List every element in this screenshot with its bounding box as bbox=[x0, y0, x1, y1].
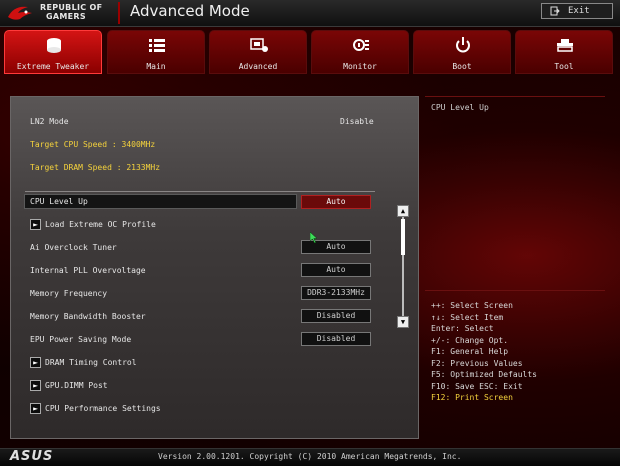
divider bbox=[25, 191, 375, 192]
target-cpu-speed: Target CPU Speed : 3400MHz bbox=[30, 140, 156, 149]
page-title: Advanced Mode bbox=[130, 2, 250, 20]
memory-frequency-label: Memory Frequency bbox=[30, 289, 108, 298]
tab-tool[interactable]: Tool bbox=[515, 30, 613, 74]
memory-bandwidth-booster-select[interactable]: Disabled bbox=[301, 309, 371, 323]
mouse-cursor-icon bbox=[310, 232, 318, 243]
tab-main[interactable]: Main bbox=[107, 30, 205, 74]
epu-power-saving-mode-label: EPU Power Saving Mode bbox=[30, 335, 132, 344]
key-hint: F1: General Help bbox=[431, 347, 509, 356]
scrollbar-thumb[interactable] bbox=[401, 219, 405, 255]
gpu-dimm-post[interactable]: GPU.DIMM Post bbox=[45, 381, 108, 390]
ln2-mode-value[interactable]: Disable bbox=[340, 117, 374, 126]
exit-button[interactable]: Exit bbox=[541, 3, 613, 19]
exit-label: Exit bbox=[568, 6, 590, 16]
key-hint: F10: Save ESC: Exit bbox=[431, 381, 523, 391]
help-divider-top bbox=[425, 96, 605, 97]
top-bar: REPUBLIC OF GAMERS Advanced Mode Exit bbox=[0, 0, 620, 27]
brand-line2: GAMERS bbox=[46, 12, 86, 21]
exit-icon bbox=[550, 6, 560, 16]
key-hint: F5: Optimized Defaults bbox=[431, 370, 537, 379]
key-hint: Enter: Select bbox=[431, 324, 494, 333]
tab-label: Main bbox=[146, 62, 166, 71]
internal-pll-overvoltage-label: Internal PLL Overvoltage bbox=[30, 266, 146, 275]
key-hint: ++: Select Screen bbox=[431, 301, 513, 310]
extreme-tweaker-icon bbox=[47, 38, 61, 53]
advanced-icon bbox=[250, 38, 268, 52]
tab-monitor[interactable]: Monitor bbox=[311, 30, 409, 74]
tab-extreme-tweaker[interactable]: Extreme Tweaker bbox=[4, 30, 102, 74]
tool-icon bbox=[557, 39, 573, 52]
ln2-mode-label: LN2 Mode bbox=[30, 117, 69, 126]
tab-label: Extreme Tweaker bbox=[16, 62, 90, 71]
key-hint: ↑↓: Select Item bbox=[431, 312, 504, 322]
key-hint-print-screen: F12: Print Screen bbox=[431, 393, 513, 402]
help-title: CPU Level Up bbox=[431, 103, 489, 112]
load-extreme-oc-profile[interactable]: Load Extreme OC Profile bbox=[45, 220, 156, 229]
memory-bandwidth-booster-label: Memory Bandwidth Booster bbox=[30, 312, 146, 321]
submenu-arrow-icon[interactable]: ► bbox=[30, 219, 41, 230]
title-separator bbox=[118, 2, 120, 24]
tab-label: Boot bbox=[452, 62, 472, 71]
submenu-arrow-icon[interactable]: ► bbox=[30, 357, 41, 368]
version-text: Version 2.00.1201. Copyright (C) 2010 Am… bbox=[158, 452, 462, 461]
scroll-down-button[interactable]: ▼ bbox=[397, 316, 409, 328]
list-icon bbox=[149, 39, 165, 52]
rog-logo-icon bbox=[8, 6, 32, 20]
tab-label: Advanced bbox=[238, 62, 278, 71]
key-legend: ++: Select Screen ↑↓: Select Item Enter:… bbox=[431, 300, 537, 404]
dram-timing-control[interactable]: DRAM Timing Control bbox=[45, 358, 137, 367]
cpu-performance-settings[interactable]: CPU Performance Settings bbox=[45, 404, 161, 413]
settings-panel: LN2 Mode Disable Target CPU Speed : 3400… bbox=[10, 96, 419, 439]
scroll-up-button[interactable]: ▲ bbox=[397, 205, 409, 217]
monitor-icon bbox=[353, 39, 369, 51]
epu-power-saving-mode-select[interactable]: Disabled bbox=[301, 332, 371, 346]
submenu-arrow-icon[interactable]: ► bbox=[30, 380, 41, 391]
key-hint: +/-: Change Opt. bbox=[431, 335, 509, 345]
tab-advanced[interactable]: Advanced bbox=[209, 30, 307, 74]
target-dram-speed: Target DRAM Speed : 2133MHz bbox=[30, 163, 161, 172]
ai-overclock-tuner-label: Ai Overclock Tuner bbox=[30, 243, 117, 252]
tab-boot[interactable]: Boot bbox=[413, 30, 511, 74]
submenu-arrow-icon[interactable]: ► bbox=[30, 403, 41, 414]
tab-label: Tool bbox=[554, 62, 574, 71]
tab-label: Monitor bbox=[343, 62, 377, 71]
tab-bar: Extreme Tweaker Main Advanced Monitor Bo… bbox=[4, 30, 616, 74]
cpu-level-up-label: CPU Level Up bbox=[30, 197, 88, 206]
brand-line1: REPUBLIC OF bbox=[40, 3, 103, 12]
power-icon bbox=[456, 37, 470, 53]
internal-pll-overvoltage-select[interactable]: Auto bbox=[301, 263, 371, 277]
help-divider-mid bbox=[425, 290, 605, 291]
memory-frequency-select[interactable]: DDR3-2133MHz bbox=[301, 286, 371, 300]
asus-logo: ASUS bbox=[10, 449, 54, 464]
cpu-level-up-select[interactable]: Auto bbox=[301, 195, 371, 209]
brand-text: REPUBLIC OF GAMERS bbox=[40, 3, 102, 21]
key-hint: F2: Previous Values bbox=[431, 358, 523, 368]
